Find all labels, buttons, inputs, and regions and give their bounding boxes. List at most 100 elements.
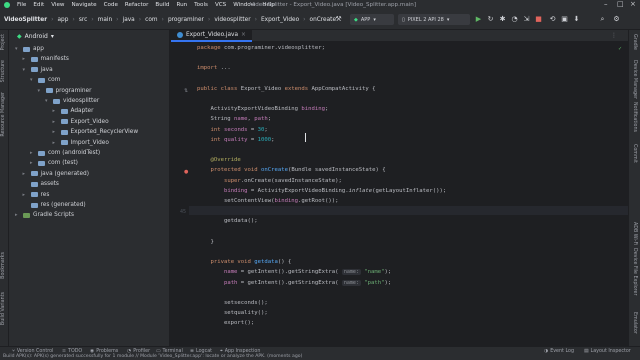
override-icon[interactable]: ● [184,169,188,175]
settings-icon[interactable]: ⚙ [612,15,621,24]
tool-window-gradle[interactable]: Gradle [632,34,637,50]
breadcrumb-item-export-video[interactable]: Export_Video [261,17,299,23]
chevron-down-icon[interactable]: ▾ [38,88,43,94]
tab-export-video[interactable]: Export_Video.java × [171,30,252,42]
menu-item-file[interactable]: File [17,2,26,8]
device-manager-icon[interactable]: ▣ [560,15,569,24]
tree-item-export-video[interactable]: ▸ Export_Video [53,117,109,127]
device-select[interactable]: ▯ PIXEL 2 API 28 ▾ [398,14,470,25]
tool-window-adb-wifi[interactable]: ADB Wi-Fi [632,222,637,245]
chevron-down-icon[interactable]: ▾ [15,46,20,52]
chevron-right-icon[interactable]: ▸ [23,171,28,177]
tool-window-project[interactable]: Project [1,34,6,50]
tree-item-com[interactable]: ▾ com [30,75,60,85]
code-line[interactable]: import ... [197,65,231,71]
tree-item-res-generated-[interactable]: res (generated) [23,200,86,210]
run-icon[interactable]: ▶ [474,15,483,24]
rerun-icon[interactable]: ↻ [486,15,495,24]
make-project-icon[interactable]: ⚒ [334,15,343,24]
code-line[interactable]: int seconds = 30; [197,127,267,133]
stop-icon[interactable]: ■ [534,15,543,24]
tree-item-manifests[interactable]: ▸ manifests [23,54,69,64]
tool-window-resource-manager[interactable]: Resource Manager [1,92,6,137]
tree-item-java[interactable]: ▾ java [23,65,53,75]
inspection-ok-icon[interactable]: ✓ [618,46,622,52]
breadcrumb-item-src[interactable]: src [79,17,87,23]
profile-icon[interactable]: ◔ [510,15,519,24]
tree-item-com-test-[interactable]: ▸ com (test) [30,158,78,168]
attach-icon[interactable]: ⇲ [522,15,531,24]
chevron-right-icon[interactable]: ▸ [23,56,28,62]
chevron-right-icon[interactable]: ▸ [15,212,20,218]
breadcrumb-item-app[interactable]: app [57,17,68,23]
menu-item-view[interactable]: View [51,2,64,8]
chevron-right-icon[interactable]: ▸ [53,119,58,125]
breadcrumb-item-main[interactable]: main [98,17,112,23]
menu-item-build[interactable]: Build [155,2,169,8]
tree-item-gradle-scripts[interactable]: ▸ Gradle Scripts [15,210,74,220]
tree-item-exported-recyclerview[interactable]: ▸ Exported_RecyclerView [53,127,139,137]
breadcrumb-item-com[interactable]: com [145,17,157,23]
tool-window-device-manager[interactable]: Device Manager [632,60,637,99]
code-line[interactable]: export(); [197,320,254,326]
menu-item-edit[interactable]: Edit [33,2,44,8]
menu-item-navigate[interactable]: Navigate [72,2,97,8]
breadcrumb-item-java[interactable]: java [123,17,135,23]
chevron-right-icon[interactable]: ▸ [23,192,28,198]
code-line[interactable]: protected void onCreate(Bundle savedInst… [197,167,385,173]
tool-window-build-variants[interactable]: Build Variants [1,292,6,325]
breadcrumb-item-oncreate[interactable]: onCreate [310,17,336,23]
tree-item-com-androidtest-[interactable]: ▸ com (androidTest) [30,148,100,158]
code-line[interactable]: ActivityExportVideoBinding binding; [197,106,328,112]
tool-window-notifications[interactable]: Notifications [632,102,637,132]
tool-window-emulator[interactable]: Emulator [632,312,637,334]
tree-item-programiner[interactable]: ▾ programiner [38,86,92,96]
code-line[interactable]: getdata(); [197,218,258,224]
breadcrumb-item-videosplitter[interactable]: videosplitter [214,17,250,23]
code-line[interactable]: } [197,239,213,245]
tree-item-res[interactable]: ▸ res [23,190,50,200]
tree-item-app[interactable]: ▾ app [15,44,44,54]
chevron-right-icon[interactable]: ▸ [53,108,58,114]
minimize-icon[interactable]: – [604,0,608,8]
code-line[interactable]: path = getIntent().getStringExtra( name:… [197,279,391,286]
menu-item-tools[interactable]: Tools [194,2,208,8]
tool-window-structure[interactable]: Structure [1,60,6,82]
breadcrumb-item-programiner[interactable]: programiner [168,17,204,23]
close-tab-icon[interactable]: × [241,32,246,38]
tree-item-java-generated-[interactable]: ▸ java (generated) [23,169,89,179]
tool-window-commit[interactable]: Commit [632,144,637,163]
chevron-right-icon[interactable]: ▸ [53,129,58,135]
close-icon[interactable]: × [630,0,636,8]
maximize-icon[interactable]: □ [617,0,624,8]
run-config-select[interactable]: ◆ APP ▾ [350,14,394,25]
code-line[interactable]: super.onCreate(savedInstanceState); [197,178,342,184]
chevron-right-icon[interactable]: ▸ [53,140,58,146]
project-view-select[interactable]: ◆ Android ▾ [9,30,169,42]
tool-window-bookmarks[interactable]: Bookmarks [1,252,6,279]
menu-item-run[interactable]: Run [176,2,187,8]
code-line[interactable]: package com.programiner.videosplitter; [197,45,325,51]
search-icon[interactable]: ⌕ [598,15,607,24]
code-line[interactable]: private void getdata() { [197,259,291,265]
tree-item-import-video[interactable]: ▸ Import_Video [53,138,109,148]
implement-icon[interactable]: ⇅ [184,88,188,94]
breadcrumb-item-videosplitter[interactable]: VideoSplitter [4,17,47,23]
chevron-right-icon[interactable]: ▸ [30,160,35,166]
sdk-manager-icon[interactable]: ⬇ [572,15,581,24]
sync-gradle-icon[interactable]: ⟲ [548,15,557,24]
code-line[interactable]: setquality(); [197,310,268,316]
tree-item-adapter[interactable]: ▸ Adapter [53,106,94,116]
code-line[interactable]: setContentView(binding.getRoot()); [197,198,339,204]
menu-item-vcs[interactable]: VCS [215,2,226,8]
chevron-down-icon[interactable]: ▾ [45,98,50,104]
chevron-down-icon[interactable]: ▾ [23,67,28,73]
code-line[interactable]: binding = ActivityExportVideoBinding.inf… [197,188,446,194]
chevron-down-icon[interactable]: ▾ [30,77,35,83]
menu-item-code[interactable]: Code [104,2,118,8]
code-line[interactable]: int quality = 1000; [197,137,274,143]
code-line[interactable]: String name, path; [197,116,271,122]
tool-window-device-file-explorer[interactable]: Device File Explorer [632,248,637,295]
code-line[interactable]: public class Export_Video extends AppCom… [197,86,376,92]
debug-icon[interactable]: ✱ [498,15,507,24]
